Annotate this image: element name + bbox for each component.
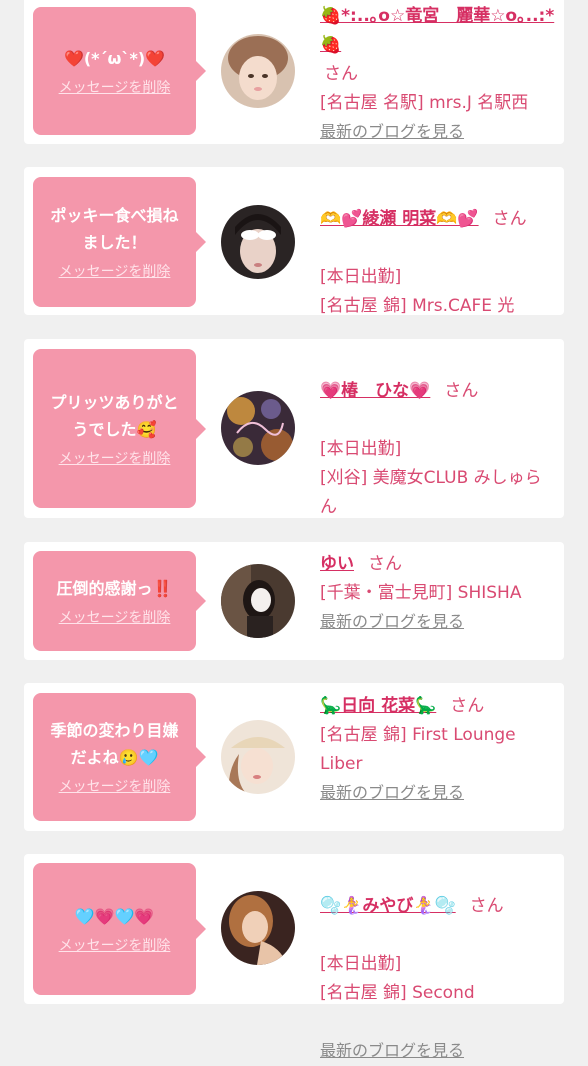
message-card: プリッツありがと うでした🥰 メッセージを削除 💗椿 ひな💗 さん [本日出勤] … bbox=[24, 339, 564, 574]
girl-name-link[interactable]: ゆい bbox=[320, 554, 354, 574]
message-card: 季節の変わり目嫌 だよね🥲🩵 メッセージを削除 🦕日向 花菜🦕 さん [名古屋 錦… bbox=[24, 683, 564, 831]
honorific: さん bbox=[492, 209, 527, 229]
girl-name-link[interactable]: 🍓*:..｡o☆竜宮 麗華☆o｡..:*🍓 bbox=[320, 6, 554, 55]
shop-detail: [本日出勤] [名古屋 錦] Mrs.CAFE 光 bbox=[320, 267, 515, 316]
shop-detail: [本日出勤] [名古屋 錦] Second bbox=[320, 954, 475, 1003]
avatar[interactable] bbox=[221, 891, 295, 965]
latest-blog-link[interactable]: 最新のブログを見る bbox=[320, 120, 464, 144]
avatar[interactable] bbox=[221, 720, 295, 794]
honorific: さん bbox=[444, 381, 479, 401]
girl-info: ゆい さん [千葉・富士見町] SHISHA 最新のブログを見る bbox=[320, 550, 556, 637]
latest-blog-link[interactable]: 最新のブログを見る bbox=[320, 610, 464, 634]
girl-name-link[interactable]: 🦕日向 花菜🦕 bbox=[320, 696, 436, 716]
girl-name-link[interactable]: 🫧🧜‍♀️みやび🧜‍♀️🫧 bbox=[320, 896, 456, 916]
girl-info: 🍓*:..｡o☆竜宮 麗華☆o｡..:*🍓 さん [名古屋 名駅] mrs.J … bbox=[320, 2, 556, 147]
honorific: さん bbox=[368, 554, 402, 574]
delete-message-link[interactable]: メッセージを削除 bbox=[59, 936, 171, 956]
message-card: ❤️(*´ω`*)❤️ メッセージを削除 🍓*:..｡o☆竜宮 麗華☆o｡..:… bbox=[24, 0, 564, 144]
message-bubble: プリッツありがと うでした🥰 メッセージを削除 bbox=[33, 349, 206, 508]
delete-message-link[interactable]: メッセージを削除 bbox=[59, 78, 171, 98]
shop-detail: [本日出勤] [刈谷] 美魔女CLUB みしゅらん bbox=[320, 439, 542, 517]
message-text: ポッキー食べ損ね ました！ bbox=[50, 206, 179, 252]
message-card: 圧倒的感謝っ‼️ メッセージを削除 ゆい さん [千葉・富士見町] SHISHA … bbox=[24, 542, 564, 660]
message-bubble: 🩵💗🩵💗 メッセージを削除 bbox=[33, 863, 206, 995]
avatar[interactable] bbox=[221, 564, 295, 638]
girl-name-link[interactable]: 🫶💕綾瀬 明菜🫶💕 bbox=[320, 209, 479, 229]
message-bubble: ポッキー食べ損ね ました！ メッセージを削除 bbox=[33, 177, 206, 307]
honorific: さん bbox=[469, 896, 504, 916]
avatar[interactable] bbox=[221, 34, 295, 108]
avatar[interactable] bbox=[221, 205, 295, 279]
honorific: さん bbox=[324, 64, 358, 84]
delete-message-link[interactable]: メッセージを削除 bbox=[59, 449, 171, 469]
message-text: 🩵💗🩵💗 bbox=[74, 906, 155, 926]
message-card: ポッキー食べ損ね ました！ メッセージを削除 🫶💕綾瀬 明菜🫶💕 さん [本日出勤… bbox=[24, 167, 564, 373]
message-text: ❤️(*´ω`*)❤️ bbox=[63, 48, 166, 68]
latest-blog-link[interactable]: 最新のブログを見る bbox=[320, 781, 464, 805]
honorific: さん bbox=[450, 696, 485, 716]
avatar[interactable] bbox=[221, 391, 295, 465]
message-bubble: ❤️(*´ω`*)❤️ メッセージを削除 bbox=[33, 7, 206, 135]
latest-blog-link[interactable]: 最新のブログを見る bbox=[320, 1039, 464, 1063]
girl-info: 🫧🧜‍♀️みやび🧜‍♀️🫧 さん [本日出勤] [名古屋 錦] Second 最新… bbox=[320, 863, 556, 1066]
message-text: 圧倒的感謝っ‼️ bbox=[56, 578, 173, 598]
message-card: 🩵💗🩵💗 メッセージを削除 🫧🧜‍♀️みやび🧜‍♀️🫧 さん [本日出勤] [名古… bbox=[24, 854, 564, 1060]
delete-message-link[interactable]: メッセージを削除 bbox=[59, 777, 171, 797]
delete-message-link[interactable]: メッセージを削除 bbox=[59, 608, 171, 628]
delete-message-link[interactable]: メッセージを削除 bbox=[59, 262, 171, 282]
message-text: プリッツありがと うでした🥰 bbox=[50, 392, 179, 439]
girl-name-link[interactable]: 💗椿 ひな💗 bbox=[320, 381, 430, 401]
girl-info: 🦕日向 花菜🦕 さん [名古屋 錦] First Lounge Liber 最新の… bbox=[320, 692, 556, 808]
message-bubble: 圧倒的感謝っ‼️ メッセージを削除 bbox=[33, 551, 206, 651]
message-bubble: 季節の変わり目嫌 だよね🥲🩵 メッセージを削除 bbox=[33, 693, 206, 821]
message-text: 季節の変わり目嫌 だよね🥲🩵 bbox=[50, 721, 179, 767]
shop-detail: [名古屋 名駅] mrs.J 名駅西 bbox=[320, 93, 529, 113]
shop-detail: [千葉・富士見町] SHISHA bbox=[320, 583, 522, 603]
shop-detail: [名古屋 錦] First Lounge Liber bbox=[320, 725, 516, 774]
